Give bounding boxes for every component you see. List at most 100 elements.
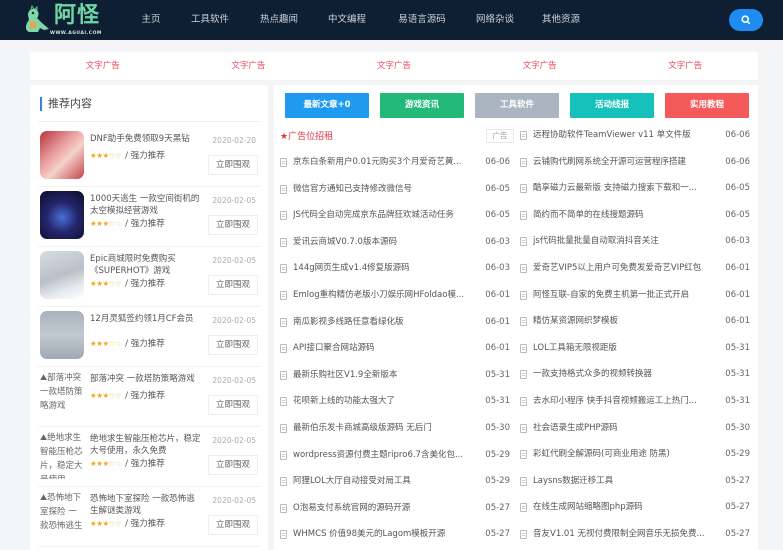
site-logo[interactable]: 阿怪 WWW.AGUAI.COM [20,2,110,38]
recommended-title[interactable]: 恐怖地下室探险 一款恐怖逃生解谜类游戏 [90,493,202,517]
article-row[interactable]: 微信官方通知已支持修改微信号 06-05 [280,176,510,203]
nav-item-chinese-programming[interactable]: 中文编程 [312,0,382,40]
nav-item-home[interactable]: 主页 [128,0,174,40]
thumbnail-alt-text[interactable]: ⛰部落冲突 一款塔防策略游戏 [40,371,84,419]
article-title[interactable]: 音友V1.01 无视付费限制全网音乐无损免费... [533,521,713,548]
article-row[interactable]: 京东白条新用户0.01元购买3个月爱奇艺黄... 06-06 [280,149,510,176]
view-now-button[interactable]: 立即围观 [208,155,258,175]
nav-item-other-resources[interactable]: 其他资源 [528,0,594,40]
article-title[interactable]: Laysns数据迁移工具 [533,468,713,495]
article-row[interactable]: 去水印小程序 快手抖音视频搬运工上热门... 05-31 [520,388,750,415]
article-title[interactable]: 微信官方通知已支持修改微信号 [293,176,473,203]
article-title[interactable]: WHMCS 价值98美元的Lagom模板开源 [293,521,473,548]
article-row[interactable]: Emlog重构精仿老版小刀娱乐网HFoldao模... 06-01 [280,282,510,309]
article-row[interactable]: wordpress资源付费主题ripro6.7含美化包... 05-29 [280,442,510,469]
text-ad-link[interactable]: 文字广告 [176,52,322,80]
article-row[interactable]: 音友V1.01 无视付费限制全网音乐无损免费... 05-27 [520,521,750,548]
category-tab[interactable]: 活动线报 [570,93,654,118]
article-title[interactable]: 彩虹代刷全解源码(可商业用途 防黑) [533,441,713,468]
article-row[interactable]: 在线生成网站缩略图php源码 05-27 [520,494,750,521]
article-row[interactable]: 酷享磁力云最新版 支持磁力搜索下载和一... 06-05 [520,175,750,202]
text-ad-link[interactable]: 文字广告 [612,52,758,80]
article-row[interactable]: 社会语录生成PHP源码 05-30 [520,415,750,442]
article-title[interactable]: 酷享磁力云最新版 支持磁力搜索下载和一... [533,175,713,202]
article-row[interactable]: 爱讯云商城V0.7.0版本源码 06-03 [280,229,510,256]
recommended-title[interactable]: 12月灵狐签约领1月CF会员 [90,313,202,325]
article-row[interactable]: 最新伯乐发卡商城高级版源码 无后门 05-30 [280,415,510,442]
article-row[interactable]: 最新乐购社区V1.9全新版本 05-31 [280,362,510,389]
article-row[interactable]: 一款支持格式众多的视频转换器 05-31 [520,361,750,388]
article-row[interactable]: Laysns数据迁移工具 05-27 [520,468,750,495]
article-title[interactable]: LOL工具箱无限视距版 [533,335,713,362]
search-button[interactable] [729,9,763,31]
article-title[interactable]: 简约而不简单的在线搜题源码 [533,202,713,229]
recommended-title[interactable]: Epic商城限时免费购买《SUPERHOT》游戏 [90,253,202,277]
nav-item-e-language-source[interactable]: 易语言源码 [382,0,462,40]
article-row[interactable]: O泡易支付系统官网的源码开源 05-27 [280,495,510,522]
article-title[interactable]: 去水印小程序 快手抖音视频搬运工上热门... [533,388,713,415]
article-row[interactable]: WHMCS 价值98美元的Lagom模板开源 05-27 [280,521,510,548]
article-title[interactable]: 一款支持格式众多的视频转换器 [533,361,713,388]
article-title[interactable]: 精仿某资源网织梦模板 [533,308,713,335]
article-title[interactable]: API接口聚合网站源码 [293,335,473,362]
article-title[interactable]: 阿狸LOL大厅自动接受对局工具 [293,468,473,495]
article-row[interactable]: 云铺购代刷网系统全开源可运营程序搭建 06-06 [520,149,750,176]
article-title[interactable]: wordpress资源付费主题ripro6.7含美化包... [293,442,473,469]
article-row[interactable]: 阿狸LOL大厅自动接受对局工具 05-29 [280,468,510,495]
view-now-button[interactable]: 立即围观 [208,335,258,355]
category-tab[interactable]: 游戏资讯 [380,93,464,118]
article-title[interactable]: 爱讯云商城V0.7.0版本源码 [293,229,473,256]
article-row[interactable]: 简约而不简单的在线搜题源码 06-05 [520,202,750,229]
article-row[interactable]: 彩虹代刷全解源码(可商业用途 防黑) 05-29 [520,441,750,468]
article-row[interactable]: JS代码全自动完成京东品牌狂欢城活动任务 06-05 [280,202,510,229]
nav-item-hot-news[interactable]: 热点趣闻 [246,0,312,40]
article-row[interactable]: js代码批量批量自动取消抖音关注 06-03 [520,228,750,255]
article-row[interactable]: 花呗新上线的功能太强大了 05-31 [280,388,510,415]
article-row[interactable]: 爱奇艺VIP5以上用户可免费发爱奇艺VIP红包 06-01 [520,255,750,282]
article-title[interactable]: 爱奇艺VIP5以上用户可免费发爱奇艺VIP红包 [533,255,713,282]
article-row[interactable]: 远程协助软件TeamViewer v11 单文件版 06-06 [520,122,750,149]
article-title[interactable]: 花呗新上线的功能太强大了 [293,388,473,415]
article-title[interactable]: 社会语录生成PHP源码 [533,415,713,442]
article-title[interactable]: JS代码全自动完成京东品牌狂欢城活动任务 [293,202,473,229]
article-row[interactable]: 阿怪互联-自家的免费主机第一批正式开启 06-01 [520,282,750,309]
thumbnail-alt-text[interactable]: ⛰绝地求生智能压枪芯片，稳定大号使用 [40,431,84,479]
recommended-title[interactable]: 1000天逃生 一款空间街机的太空模拟经营游戏 [90,193,202,217]
view-now-button[interactable]: 立即围观 [208,215,258,235]
article-row[interactable]: 精仿某资源网织梦模板 06-01 [520,308,750,335]
text-ad-link[interactable]: 文字广告 [30,52,176,80]
nav-item-network-talk[interactable]: 网络杂谈 [462,0,528,40]
article-title[interactable]: 南瓜影视多线路任意看绿化版 [293,309,473,336]
category-tab[interactable]: 最新文章+0 [285,93,369,118]
article-title[interactable]: 最新伯乐发卡商城高级版源码 无后门 [293,415,473,442]
nav-item-tools[interactable]: 工具软件 [174,0,246,40]
article-row[interactable]: 南瓜影视多线路任意看绿化版 06-01 [280,309,510,336]
article-row[interactable]: 144g网页生成v1.4修复版源码 06-03 [280,255,510,282]
thumbnail-image[interactable] [40,251,84,299]
recommended-title[interactable]: 部落冲突 一款塔防策略游戏 [90,373,202,385]
article-title[interactable]: 云铺购代刷网系统全开源可运营程序搭建 [533,149,713,176]
article-title[interactable]: 远程协助软件TeamViewer v11 单文件版 [533,122,713,149]
article-title[interactable]: Emlog重构精仿老版小刀娱乐网HFoldao模... [293,282,473,309]
article-row[interactable]: API接口聚合网站源码 06-01 [280,335,510,362]
view-now-button[interactable]: 立即围观 [208,275,258,295]
category-tab[interactable]: 工具软件 [475,93,559,118]
recommended-title[interactable]: DNF助手免费领取9天黑钻 [90,133,202,145]
recommended-title[interactable]: 绝地求生智能压枪芯片，稳定大号使用，永久免费 [90,433,202,457]
text-ad-link[interactable]: 文字广告 [321,52,467,80]
category-tab[interactable]: 实用教程 [665,93,749,118]
article-title[interactable]: 阿怪互联-自家的免费主机第一批正式开启 [533,282,713,309]
view-now-button[interactable]: 立即围观 [208,455,258,475]
article-title[interactable]: O泡易支付系统官网的源码开源 [293,495,473,522]
ad-recruit-link[interactable]: ★广告位招租 [280,129,333,142]
article-title[interactable]: 最新乐购社区V1.9全新版本 [293,362,473,389]
thumbnail-alt-text[interactable]: ⛰恐怖地下室探险 一款恐怖逃生 [40,491,84,539]
article-row[interactable]: LOL工具箱无限视距版 05-31 [520,335,750,362]
article-title[interactable]: 京东白条新用户0.01元购买3个月爱奇艺黄... [293,149,473,176]
view-now-button[interactable]: 立即围观 [208,395,258,415]
view-now-button[interactable]: 立即围观 [208,515,258,535]
thumbnail-image[interactable] [40,131,84,179]
thumbnail-image[interactable] [40,191,84,239]
article-title[interactable]: 在线生成网站缩略图php源码 [533,494,713,521]
article-title[interactable]: js代码批量批量自动取消抖音关注 [533,228,713,255]
